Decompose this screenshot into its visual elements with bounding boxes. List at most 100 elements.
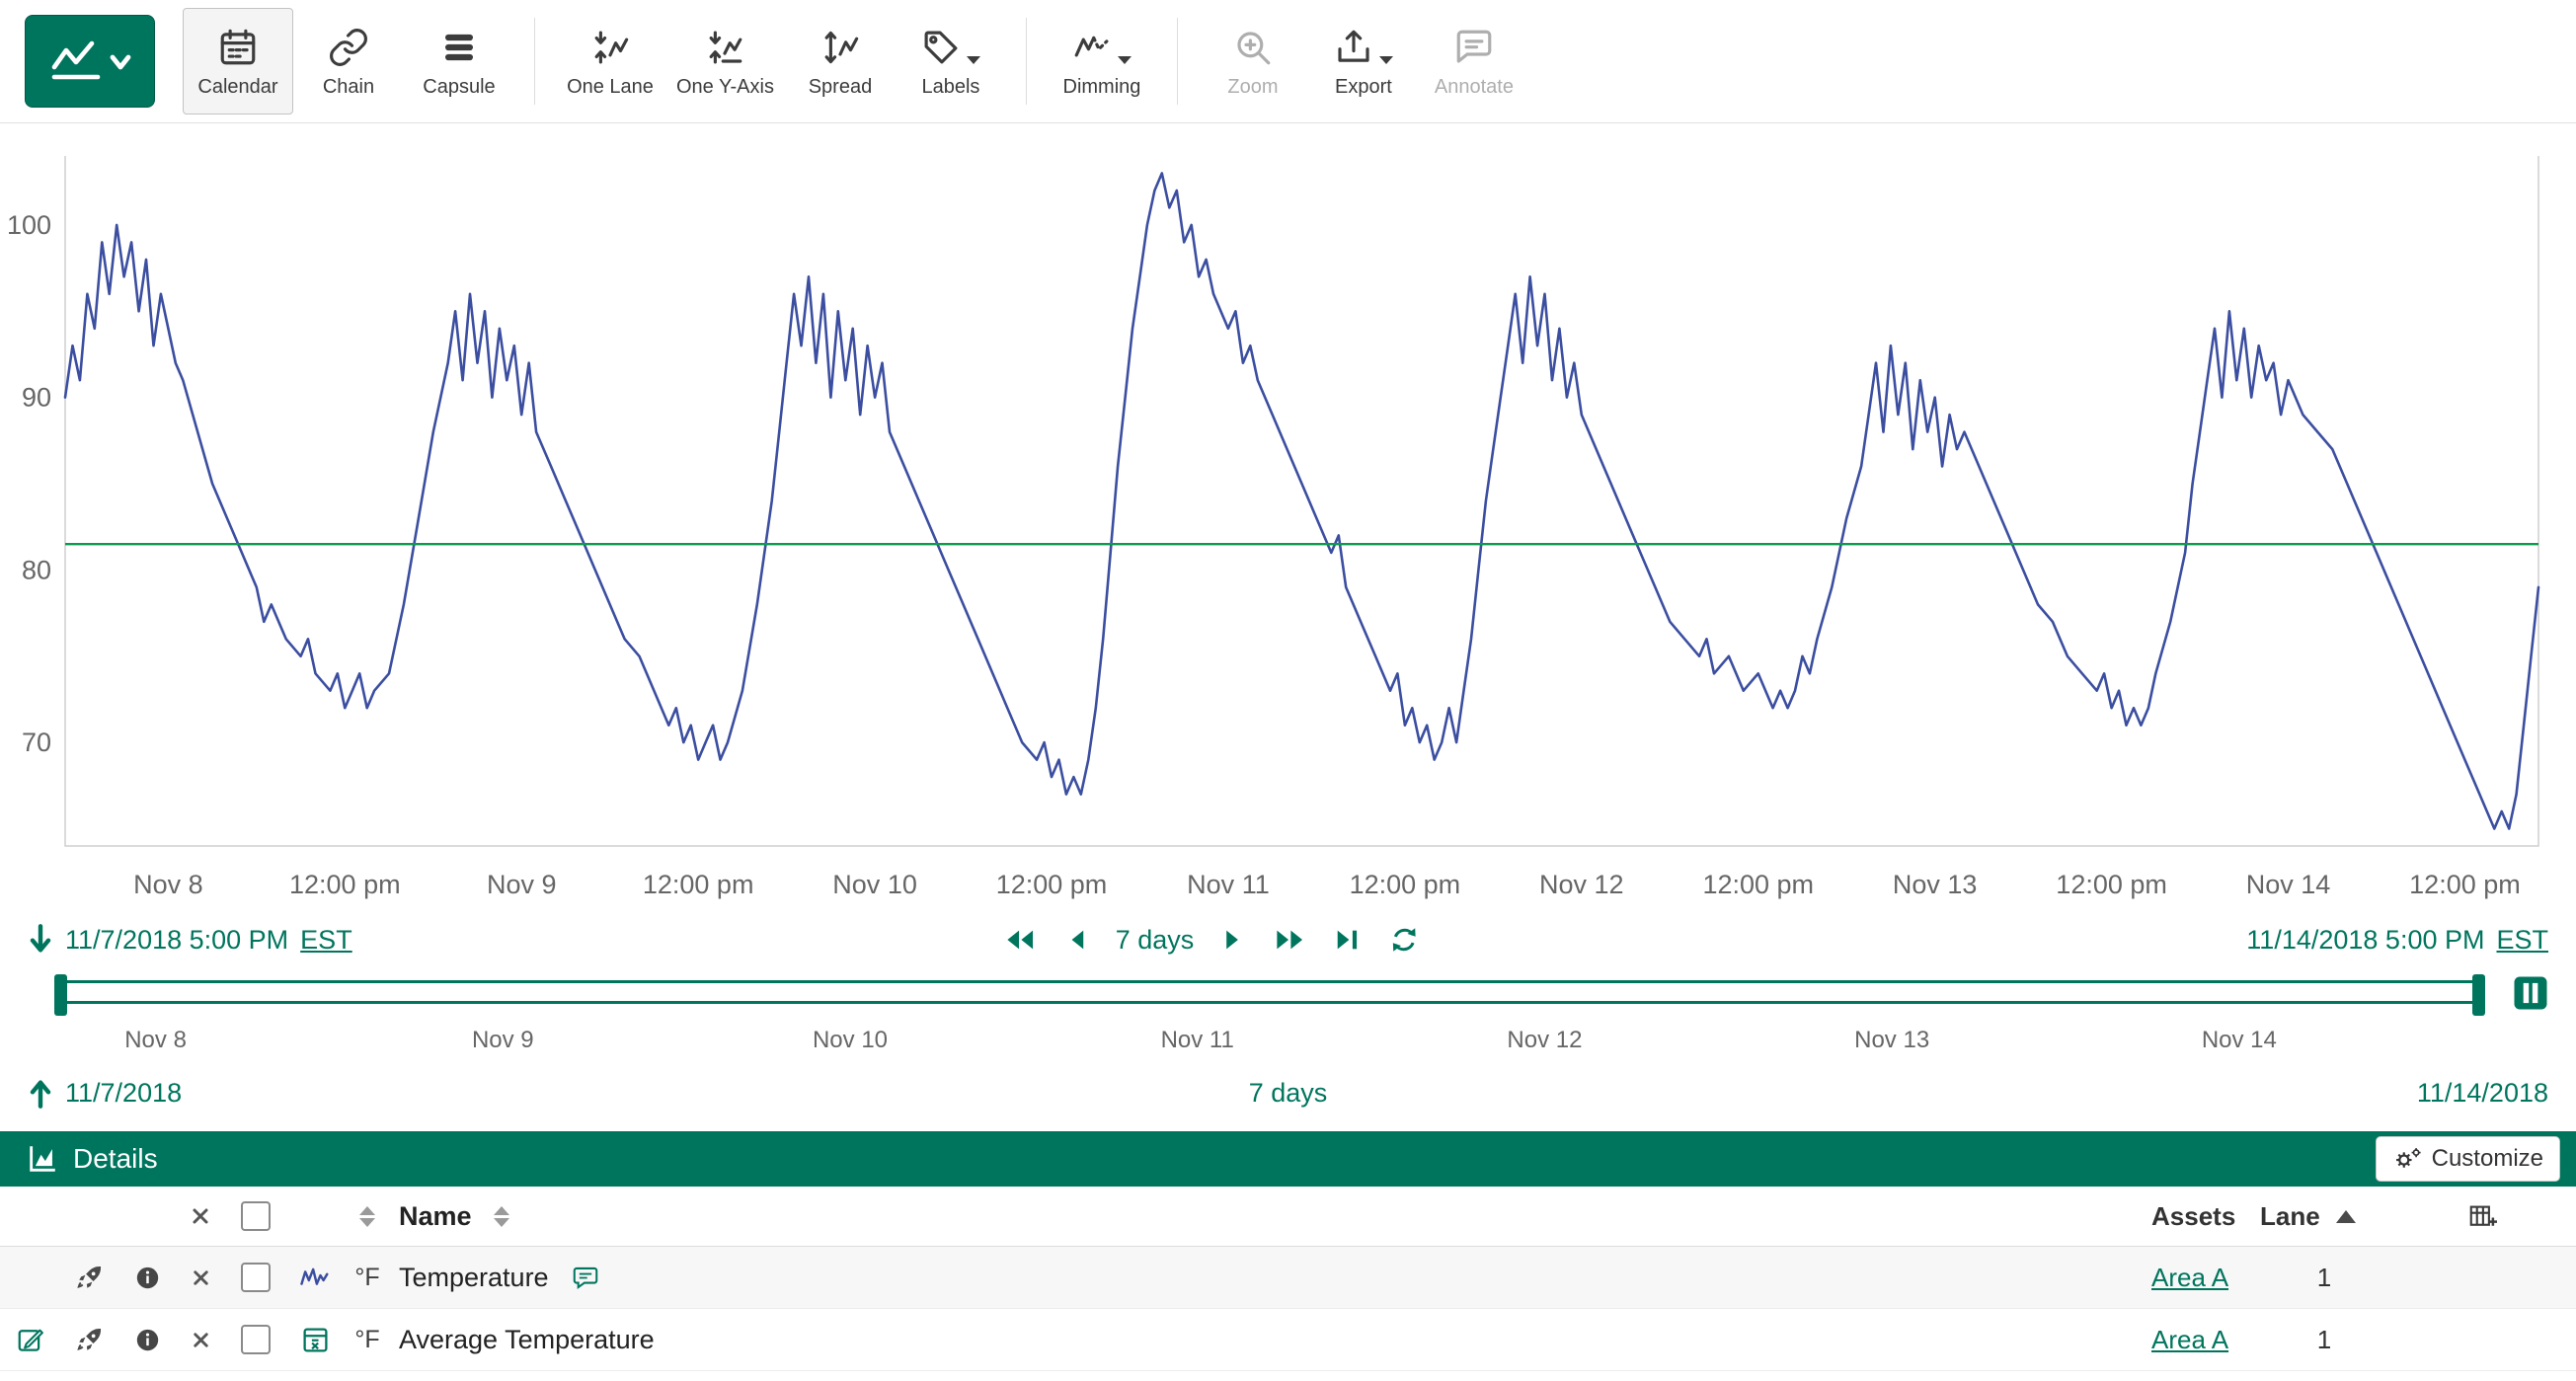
name-column-header: Name: [399, 1201, 472, 1232]
svg-text:12:00 pm: 12:00 pm: [643, 870, 754, 899]
slider-tick-label: Nov 12: [1507, 1027, 1582, 1054]
lane-value: 1: [2317, 1325, 2331, 1355]
zoom-icon: [1232, 27, 1274, 68]
investigate-end-date[interactable]: 11/14/2018: [2417, 1078, 2548, 1109]
toolbar: Calendar Chain Capsule: [0, 0, 2576, 123]
fast-backward-icon: [1003, 926, 1037, 954]
remove-all-icon: [189, 1204, 212, 1228]
asset-link[interactable]: Area A: [2151, 1263, 2228, 1293]
asset-explore-button[interactable]: [75, 1325, 105, 1354]
x-axis-labels: Nov 812:00 pmNov 912:00 pmNov 1012:00 pm…: [133, 870, 2521, 899]
svg-text:12:00 pm: 12:00 pm: [2409, 870, 2521, 899]
sort-name-control[interactable]: [494, 1206, 509, 1227]
toolbar-labels-button[interactable]: Labels: [896, 8, 1006, 115]
capsule-icon: [438, 27, 480, 68]
svg-text:12:00 pm: 12:00 pm: [1702, 870, 1814, 899]
toolbar-zoom-label: Zoom: [1227, 77, 1278, 97]
range-duration[interactable]: 7 days: [1116, 925, 1195, 956]
svg-text:Nov 13: Nov 13: [1893, 870, 1978, 899]
toolbar-annotate-button[interactable]: Annotate: [1419, 8, 1529, 115]
toolbar-one-lane-label: One Lane: [567, 77, 654, 97]
toolbar-chain-button[interactable]: Chain: [293, 8, 404, 115]
step-back-half-button[interactable]: [1064, 926, 1088, 954]
item-name[interactable]: Temperature: [399, 1263, 549, 1293]
step-back-full-button[interactable]: [1003, 926, 1037, 954]
range-start-timezone[interactable]: EST: [300, 925, 352, 956]
toolbar-spread-label: Spread: [809, 77, 873, 97]
asset-explore-button[interactable]: [75, 1263, 105, 1292]
svg-text:100: 100: [7, 210, 51, 240]
spread-icon: [820, 27, 861, 68]
details-table-header: Name Assets Lane: [0, 1187, 2576, 1247]
range-end-datetime[interactable]: 11/14/2018 5:00 PM: [2246, 925, 2484, 956]
row-checkbox[interactable]: [241, 1325, 271, 1354]
slider-handle-start[interactable]: [54, 974, 67, 1016]
slider-tick-label: Nov 10: [813, 1027, 888, 1054]
svg-text:Nov 9: Nov 9: [487, 870, 557, 899]
lane-column-header[interactable]: Lane: [2260, 1201, 2320, 1232]
toolbar-spread-button[interactable]: Spread: [785, 8, 896, 115]
toolbar-calendar-button[interactable]: Calendar: [183, 8, 293, 115]
investigate-duration[interactable]: 7 days: [1249, 1078, 1328, 1109]
one-y-axis-icon: [704, 27, 745, 68]
labels-tag-icon: [920, 27, 962, 68]
investigate-down-arrow-icon: [28, 923, 53, 957]
remove-item-button[interactable]: [190, 1329, 212, 1351]
range-end-timezone[interactable]: EST: [2496, 925, 2548, 956]
rocket-icon: [75, 1325, 105, 1354]
item-name[interactable]: Average Temperature: [399, 1325, 655, 1355]
remove-item-button[interactable]: [190, 1266, 212, 1289]
caret-down-icon: [1118, 56, 1132, 64]
toolbar-export-button[interactable]: Export: [1308, 8, 1419, 115]
toolbar-one-y-axis-button[interactable]: One Y-Axis: [665, 8, 785, 115]
customize-button[interactable]: Customize: [2376, 1136, 2560, 1182]
table-columns-icon: [2467, 1201, 2497, 1231]
average-statistic-icon: [301, 1326, 330, 1354]
range-start-datetime[interactable]: 11/7/2018 5:00 PM: [65, 925, 288, 956]
view-selector-button[interactable]: [25, 15, 155, 108]
table-options-button[interactable]: [2467, 1201, 2497, 1231]
lane-value: 1: [2317, 1263, 2331, 1293]
slider-handle-end[interactable]: [2472, 974, 2485, 1016]
toolbar-dimming-label: Dimming: [1063, 77, 1141, 97]
slider-options-button[interactable]: [2509, 971, 2552, 1015]
details-table: Name Assets Lane: [0, 1187, 2576, 1371]
step-forward-full-button[interactable]: [1273, 926, 1306, 954]
seeq-trend-workbench: Calendar Chain Capsule: [0, 0, 2576, 1381]
auto-update-button[interactable]: [1389, 925, 1419, 955]
asset-link[interactable]: Area A: [2151, 1325, 2228, 1355]
item-info-button[interactable]: [134, 1265, 161, 1291]
chain-icon: [328, 27, 369, 68]
svg-text:12:00 pm: 12:00 pm: [2056, 870, 2167, 899]
toolbar-capsule-button[interactable]: Capsule: [404, 8, 514, 115]
row-checkbox[interactable]: [241, 1263, 271, 1292]
range-start: 11/7/2018 5:00 PM EST: [28, 923, 352, 957]
edit-pencil-icon: [16, 1325, 45, 1354]
step-to-now-button[interactable]: [1334, 926, 1362, 954]
gears-icon: [2392, 1145, 2422, 1173]
display-range-controls: 11/7/2018 5:00 PM EST 7 days: [0, 914, 2576, 965]
toolbar-capsule-label: Capsule: [423, 77, 495, 97]
toolbar-calendar-label: Calendar: [197, 77, 277, 97]
toolbar-zoom-button[interactable]: Zoom: [1198, 8, 1308, 115]
time-range-slider[interactable]: [54, 980, 2485, 1004]
trend-view-icon: [47, 38, 105, 84]
caret-down-icon: [1379, 56, 1393, 64]
comment-button[interactable]: [571, 1265, 600, 1291]
item-info-button[interactable]: [134, 1327, 161, 1353]
investigate-start-date[interactable]: 11/7/2018: [65, 1078, 182, 1109]
toolbar-one-y-axis-label: One Y-Axis: [676, 77, 774, 97]
edit-formula-button[interactable]: [16, 1325, 45, 1354]
trend-chart[interactable]: 708090100Nov 812:00 pmNov 912:00 pmNov 1…: [0, 124, 2576, 914]
chart-axes: [65, 156, 2538, 846]
temperature-signal-line[interactable]: [65, 174, 2538, 829]
remove-all-button[interactable]: [189, 1204, 212, 1228]
toolbar-one-lane-button[interactable]: One Lane: [555, 8, 665, 115]
toolbar-dimming-button[interactable]: Dimming: [1047, 8, 1157, 115]
step-to-end-icon: [1334, 926, 1362, 954]
select-all-checkbox[interactable]: [241, 1201, 271, 1231]
export-icon: [1333, 27, 1374, 68]
step-forward-half-button[interactable]: [1221, 926, 1245, 954]
details-panel-title: Details: [73, 1143, 158, 1175]
sort-type-control[interactable]: [359, 1206, 375, 1227]
